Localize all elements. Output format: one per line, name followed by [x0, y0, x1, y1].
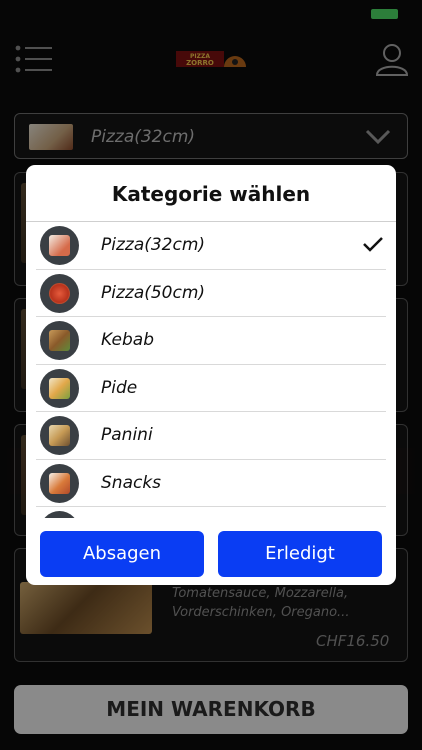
category-option-label: Snacks	[101, 472, 162, 493]
category-avatar	[40, 416, 79, 455]
category-option[interactable]: Kebab	[26, 317, 396, 365]
category-option-label: Panini	[101, 425, 153, 445]
category-option-label: Pide	[101, 377, 138, 398]
cancel-button[interactable]: Absagen	[40, 531, 204, 577]
category-option[interactable]: Panini	[26, 412, 396, 460]
category-option[interactable]: Pide	[26, 365, 396, 412]
category-option-list[interactable]: Pizza(32cm) Pizza(50cm) Kebab Pide Panin…	[26, 222, 396, 518]
category-option[interactable]	[26, 507, 396, 518]
category-option[interactable]: Pizza(32cm)	[26, 222, 396, 270]
category-avatar	[40, 226, 79, 265]
category-avatar	[40, 511, 79, 518]
checkmark-icon	[363, 237, 383, 252]
category-option-label: Kebab	[101, 330, 155, 350]
dialog-title: Kategorie wählen	[111, 182, 311, 206]
category-option[interactable]: Pizza(50cm)	[26, 270, 396, 317]
cart-button[interactable]: MEIN WARENKORB	[14, 685, 408, 734]
done-button[interactable]: Erledigt	[218, 531, 382, 577]
category-option-label: Pizza(50cm)	[101, 282, 206, 303]
category-avatar	[40, 368, 79, 408]
category-avatar	[40, 321, 79, 360]
category-option-label: Pizza(32cm)	[101, 235, 206, 255]
category-avatar	[40, 273, 79, 313]
category-avatar	[40, 463, 79, 503]
category-picker-dialog: Kategorie wählen Pizza(32cm) Pizza(50cm)…	[26, 165, 396, 585]
category-option[interactable]: Snacks	[26, 460, 396, 507]
